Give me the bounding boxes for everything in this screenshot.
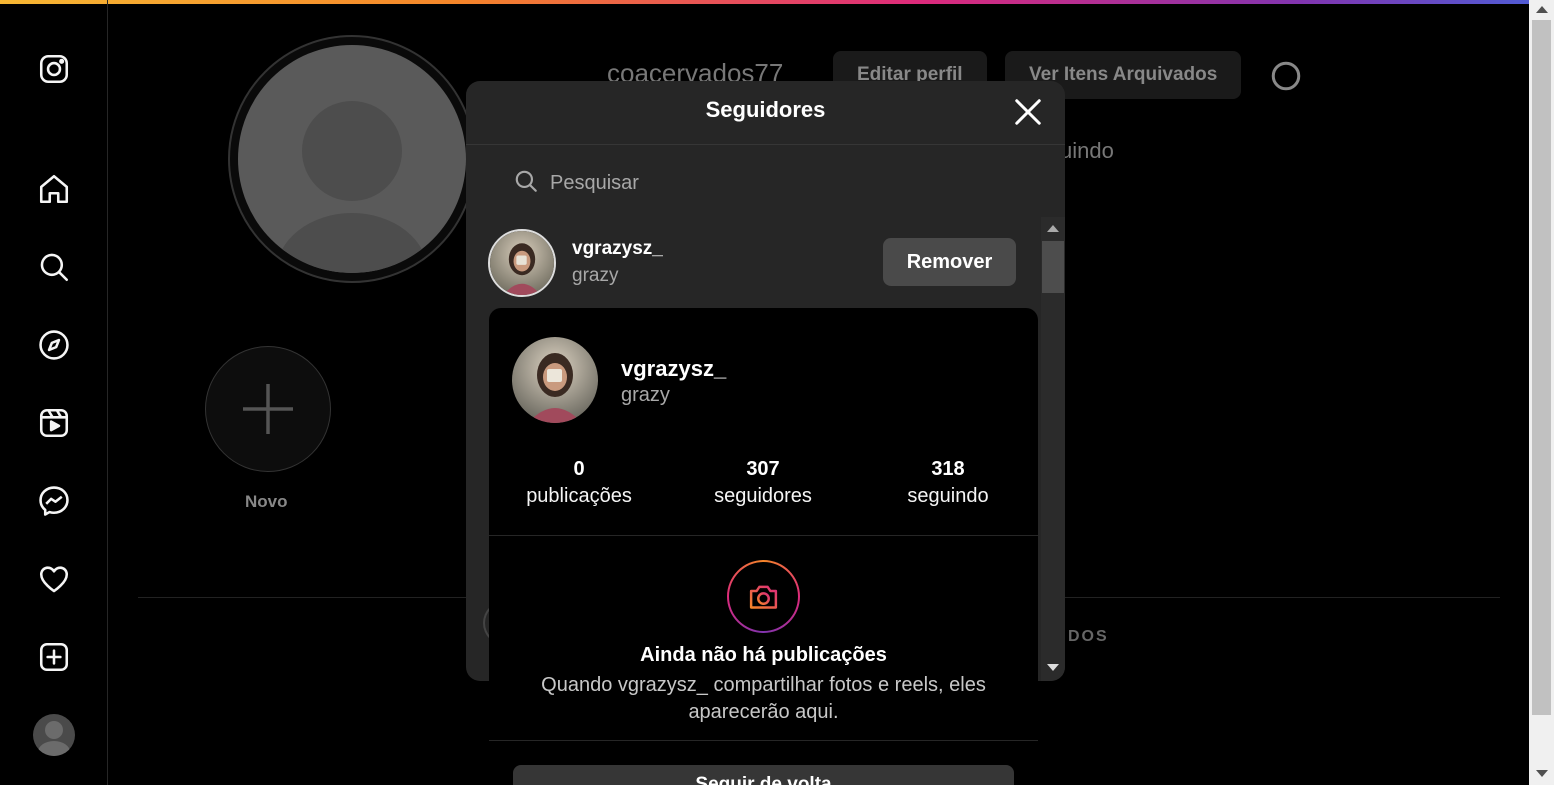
stat-following[interactable]: 318 seguindo bbox=[863, 458, 1033, 508]
stat-followers-label: seguidores bbox=[714, 485, 812, 507]
stat-posts-label: publicações bbox=[526, 485, 632, 507]
settings-gear-icon[interactable] bbox=[1268, 58, 1304, 94]
modal-divider bbox=[466, 144, 1065, 145]
avatar-head-shape bbox=[45, 721, 63, 739]
camera-glyph-icon bbox=[749, 585, 778, 609]
follower-fullname: grazy bbox=[572, 265, 619, 286]
camera-icon bbox=[727, 560, 800, 633]
card-divider bbox=[489, 535, 1038, 536]
instagram-logo-icon[interactable] bbox=[36, 51, 72, 87]
stat-followers[interactable]: 307 seguidores bbox=[678, 458, 848, 508]
card-divider-bottom bbox=[489, 740, 1038, 741]
stat-posts: 0 publicações bbox=[494, 458, 664, 508]
new-highlight-button[interactable] bbox=[205, 346, 331, 472]
new-highlight-label: Novo bbox=[245, 492, 288, 511]
plus-icon bbox=[243, 384, 293, 434]
profile-avatar[interactable] bbox=[33, 714, 75, 756]
page-scroll-up-icon[interactable] bbox=[1536, 6, 1548, 13]
placeholder-head bbox=[302, 101, 402, 201]
scroll-down-arrow-icon[interactable] bbox=[1047, 664, 1059, 671]
stat-posts-value: 0 bbox=[573, 458, 585, 480]
follower-username[interactable]: vgrazysz_ bbox=[572, 238, 663, 260]
search-icon[interactable] bbox=[36, 249, 72, 285]
stat-following-value: 318 bbox=[931, 458, 965, 480]
card-username[interactable]: vgrazysz_ bbox=[621, 356, 726, 382]
top-progress-bar bbox=[0, 0, 1529, 4]
stat-followers-value: 307 bbox=[746, 458, 780, 480]
explore-icon[interactable] bbox=[36, 327, 72, 363]
follow-back-button[interactable]: Seguir de volta bbox=[513, 765, 1014, 785]
page-scrollbar-thumb[interactable] bbox=[1532, 20, 1551, 715]
card-photo bbox=[512, 337, 598, 423]
modal-scrollbar-thumb[interactable] bbox=[1042, 241, 1064, 293]
follower-avatar[interactable] bbox=[488, 229, 556, 297]
scroll-up-arrow-icon[interactable] bbox=[1047, 225, 1059, 232]
modal-title: Seguidores bbox=[705, 97, 826, 122]
search-input[interactable] bbox=[548, 167, 972, 199]
search-icon bbox=[515, 170, 537, 192]
messenger-icon[interactable] bbox=[36, 483, 72, 519]
card-fullname: grazy bbox=[621, 384, 670, 406]
create-icon[interactable] bbox=[36, 639, 72, 675]
home-icon[interactable] bbox=[36, 171, 72, 207]
card-avatar[interactable] bbox=[512, 337, 598, 423]
follower-photo bbox=[490, 231, 554, 295]
empty-state-text: Quando vgrazysz_ compartilhar fotos e re… bbox=[541, 674, 986, 723]
profile-picture-placeholder bbox=[238, 45, 466, 273]
following-count-fragment: uindo bbox=[1060, 138, 1114, 163]
page-scrollbar[interactable] bbox=[1529, 0, 1554, 785]
avatar-body-shape bbox=[38, 741, 70, 756]
close-icon[interactable] bbox=[1013, 97, 1043, 127]
page-scroll-down-icon[interactable] bbox=[1536, 770, 1548, 777]
remove-follower-button[interactable]: Remover bbox=[883, 238, 1016, 286]
sidebar bbox=[0, 0, 108, 785]
heart-icon[interactable] bbox=[36, 561, 72, 597]
stat-following-label: seguindo bbox=[907, 485, 989, 507]
placeholder-body bbox=[276, 213, 428, 273]
tab-saved[interactable]: DOS bbox=[1068, 628, 1109, 646]
profile-picture[interactable] bbox=[228, 35, 476, 283]
reels-icon[interactable] bbox=[36, 405, 72, 441]
profile-hover-card: vgrazysz_ grazy 0 publicações 307 seguid… bbox=[489, 308, 1038, 785]
empty-state-title: Ainda não há publicações bbox=[640, 644, 887, 666]
